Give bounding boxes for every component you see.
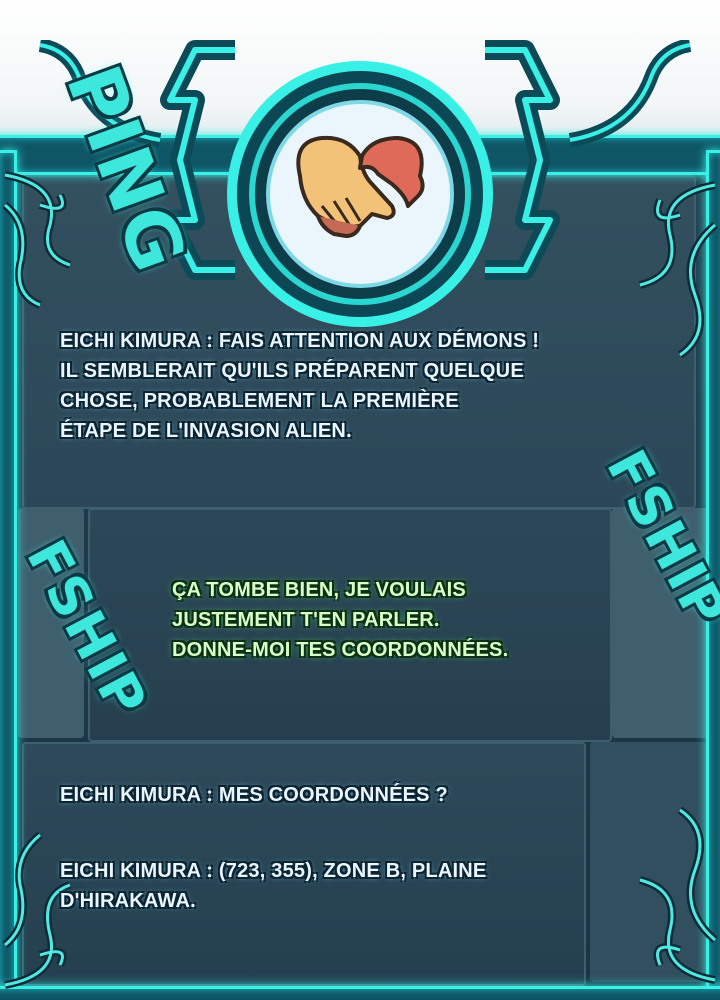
filigree-bottom-right-icon [638,806,718,984]
message-eichi-warning: EICHI KIMURA : FAIS ATTENTION AUX DÉMONS… [60,326,580,446]
message-eichi-coordinates: EICHI KIMURA : (723, 355), ZONE B, PLAIN… [60,856,486,916]
message-line: EICHI KIMURA : MES COORDONNÉES ? [60,784,448,806]
message-player-reply: ÇA TOMBE BIEN, JE VOULAIS JUSTEMENT T'EN… [172,575,508,665]
message-line: CHOSE, PROBABLEMENT LA PREMIÈRE [60,390,459,412]
filigree-top-right-icon [638,181,718,359]
wing-ornament-right-icon [568,40,692,147]
system-window: PING FSHIP FSHIP EICHI KIMURA : FAIS ATT… [0,0,720,1000]
frame-bottom-bar [0,986,720,1000]
message-line: DONNE-MOI TES COORDONNÉES. [172,639,509,661]
friendship-emblem [227,61,493,327]
message-line: ÇA TOMBE BIEN, JE VOULAIS [172,579,466,601]
message-line: ÉTAPE DE L'INVASION ALIEN. [60,420,352,442]
message-line: EICHI KIMURA : FAIS ATTENTION AUX DÉMONS… [60,330,540,352]
message-line: D'HIRAKAWA. [60,890,196,912]
message-line: IL SEMBLERAIT QU'ILS PRÉPARENT QUELQUE [60,360,524,382]
message-line: EICHI KIMURA : (723, 355), ZONE B, PLAIN… [60,860,487,882]
filigree-top-left-icon [2,171,72,309]
message-eichi-question: EICHI KIMURA : MES COORDONNÉES ? [60,780,448,810]
message-line: JUSTEMENT T'EN PARLER. [172,609,440,631]
